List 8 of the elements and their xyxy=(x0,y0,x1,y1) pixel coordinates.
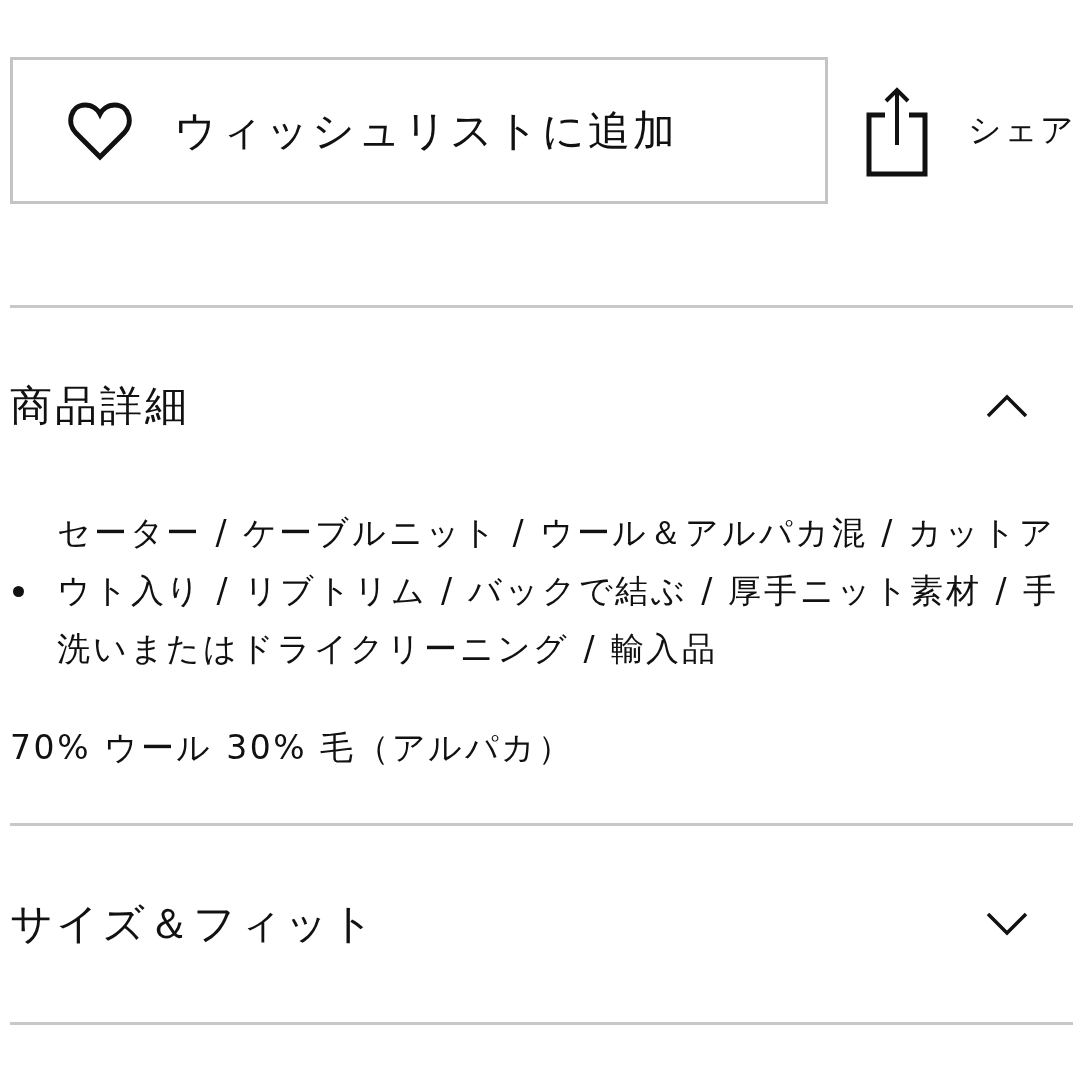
accordion-header[interactable]: 商品詳細 xyxy=(0,308,1080,504)
bullet-icon xyxy=(13,585,24,597)
heart-icon xyxy=(68,100,132,161)
share-button[interactable]: シェア xyxy=(866,84,1076,177)
feature-text: セーター / ケーブルニット / ウール＆アルパカ混 / カットアウト入り / リブトリム / バックで結ぶ / 厚手ニット素材 / 手洗いまたはドライクリーニング / 輸入品 xyxy=(57,512,1060,670)
accordion-header[interactable]: サイズ＆フィット xyxy=(0,826,1080,1022)
wishlist-button[interactable]: ウィッシュリストに追加 xyxy=(10,57,828,204)
material-text: 70% ウール 30% 毛（アルパカ） xyxy=(10,727,575,769)
